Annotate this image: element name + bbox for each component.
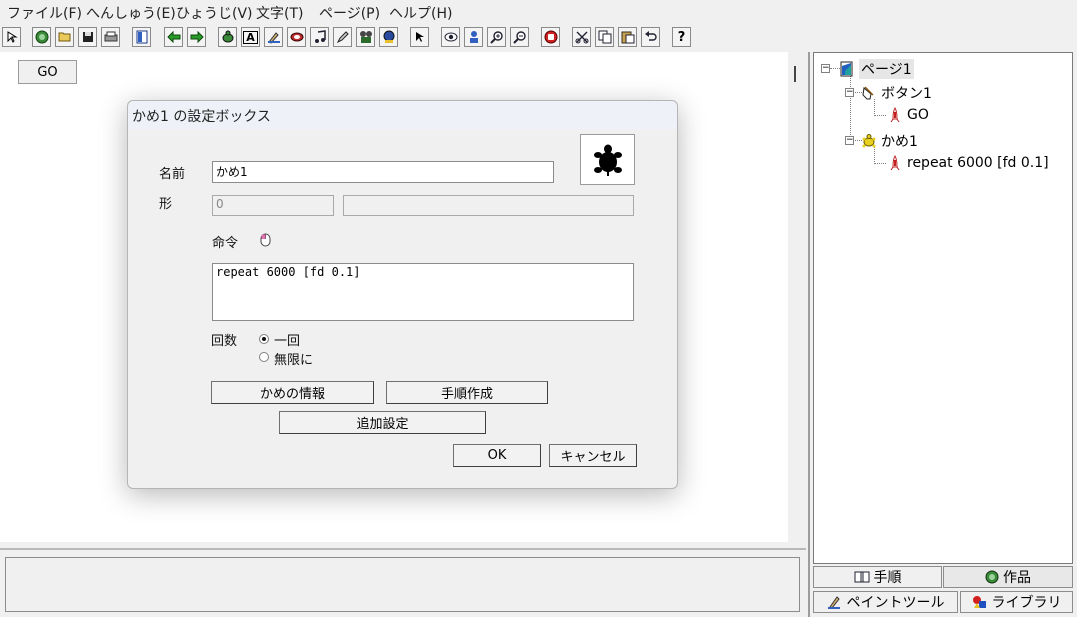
movie-icon[interactable] bbox=[356, 27, 375, 47]
name-label: 名前 bbox=[159, 167, 186, 182]
text-A-icon[interactable]: A bbox=[241, 27, 260, 47]
shape-number-input: 0 bbox=[212, 195, 334, 216]
command-label: 命令 bbox=[212, 236, 239, 251]
canvas-scroll-thumb[interactable] bbox=[794, 66, 796, 82]
canvas-scrollbar[interactable] bbox=[790, 52, 807, 542]
tree-node-turtle-command[interactable]: repeat 6000 [fd 0.1] bbox=[887, 155, 1049, 171]
stamp-icon[interactable] bbox=[287, 27, 306, 47]
cut-icon[interactable] bbox=[572, 27, 591, 47]
menubar: ファイル(F) へんしゅう(E) ひょうじ(V) 文字(T) ページ(P) ヘル… bbox=[0, 0, 1077, 24]
name-input[interactable]: かめ1 bbox=[212, 161, 554, 183]
back-arrow-icon[interactable] bbox=[164, 27, 183, 47]
help-icon[interactable]: ? bbox=[672, 27, 691, 47]
dialog-title: かめ1 の設定ボックス bbox=[132, 109, 271, 125]
rocket-icon bbox=[890, 107, 900, 123]
toolbar: A ? bbox=[0, 25, 1077, 51]
record-icon[interactable] bbox=[379, 27, 398, 47]
menu-page[interactable]: ページ(P) bbox=[319, 3, 380, 23]
tab-paint-tool[interactable]: ペイントツール bbox=[813, 591, 958, 613]
menu-text[interactable]: 文字(T) bbox=[256, 3, 303, 23]
menu-help[interactable]: ヘルプ(H) bbox=[389, 3, 452, 23]
collapse-button-toggle[interactable]: − bbox=[845, 88, 854, 97]
cursor-arrow-icon[interactable] bbox=[2, 27, 21, 47]
turtle-icon bbox=[593, 144, 622, 176]
command-textarea[interactable]: repeat 6000 [fd 0.1] bbox=[212, 263, 634, 321]
open-folder-icon[interactable] bbox=[55, 27, 74, 47]
tree-node-go[interactable]: GO bbox=[887, 107, 929, 123]
tree-node-button[interactable]: ボタン1 bbox=[861, 83, 932, 103]
tree-node-turtle[interactable]: かめ1 bbox=[861, 131, 918, 151]
collapse-turtle-toggle[interactable]: − bbox=[845, 136, 854, 145]
paste-icon[interactable] bbox=[618, 27, 637, 47]
pen-icon[interactable] bbox=[333, 27, 352, 47]
cancel-button[interactable]: キャンセル bbox=[549, 444, 637, 467]
panel-splitter[interactable] bbox=[808, 52, 810, 617]
menu-view[interactable]: ひょうじ(V) bbox=[176, 3, 253, 23]
mouse-icon bbox=[260, 233, 271, 247]
shape-name-input bbox=[343, 195, 634, 216]
status-separator bbox=[0, 548, 806, 550]
page-icon bbox=[840, 61, 853, 77]
turtle-info-button[interactable]: かめの情報 bbox=[211, 381, 374, 404]
globe-icon bbox=[985, 570, 999, 584]
radio-infinite-label[interactable]: 無限に bbox=[274, 349, 313, 368]
ok-button[interactable]: OK bbox=[453, 444, 541, 467]
music-note-icon[interactable] bbox=[310, 27, 329, 47]
shape-label: 形 bbox=[159, 197, 173, 212]
menu-edit[interactable]: へんしゅう(E) bbox=[86, 3, 176, 23]
radio-once[interactable] bbox=[259, 334, 269, 344]
message-panel bbox=[5, 557, 800, 612]
zoom-out-icon[interactable] bbox=[510, 27, 529, 47]
collapse-page-toggle[interactable]: − bbox=[821, 64, 830, 73]
pointer-icon[interactable] bbox=[410, 27, 429, 47]
turtle-settings-dialog: かめ1 の設定ボックス 名前 かめ1 形 0 命令 repeat 6000 [f… bbox=[127, 100, 678, 489]
additional-settings-button[interactable]: 追加設定 bbox=[279, 411, 486, 434]
book-icon bbox=[854, 571, 869, 583]
paint-icon[interactable] bbox=[264, 27, 283, 47]
brush-icon bbox=[827, 596, 840, 609]
tab-library[interactable]: ライブラリ bbox=[960, 591, 1073, 613]
dialog-titlebar[interactable]: かめ1 の設定ボックス bbox=[128, 101, 677, 129]
turtle-icon bbox=[862, 134, 876, 148]
new-page-icon[interactable] bbox=[32, 27, 51, 47]
radio-once-label[interactable]: 一回 bbox=[274, 330, 300, 349]
turtle-add-icon[interactable] bbox=[218, 27, 237, 47]
eye-icon[interactable] bbox=[441, 27, 460, 47]
object-tree: − ページ1 − ボタン1 GO − かめ1 repeat 6000 [fd 0… bbox=[813, 52, 1073, 564]
save-disk-icon[interactable] bbox=[78, 27, 97, 47]
undo-icon[interactable] bbox=[641, 27, 660, 47]
shapes-icon bbox=[972, 596, 986, 608]
person-icon[interactable] bbox=[464, 27, 483, 47]
copy-icon[interactable] bbox=[595, 27, 614, 47]
print-icon[interactable] bbox=[101, 27, 120, 47]
radio-infinite[interactable] bbox=[259, 352, 269, 362]
forward-arrow-icon[interactable] bbox=[187, 27, 206, 47]
stop-hand-icon[interactable] bbox=[541, 27, 560, 47]
tree-node-page[interactable]: ページ1 bbox=[839, 59, 914, 79]
turtle-preview[interactable] bbox=[580, 134, 635, 185]
tab-procedure[interactable]: 手順 bbox=[813, 566, 942, 588]
layout-icon[interactable] bbox=[132, 27, 151, 47]
go-button[interactable]: GO bbox=[18, 60, 77, 84]
zoom-in-icon[interactable] bbox=[487, 27, 506, 47]
count-label: 回数 bbox=[211, 334, 238, 349]
rocket-icon bbox=[890, 155, 900, 171]
tab-works[interactable]: 作品 bbox=[943, 566, 1073, 588]
menu-file[interactable]: ファイル(F) bbox=[7, 3, 82, 23]
hand-pointer-icon bbox=[862, 86, 874, 100]
make-procedure-button[interactable]: 手順作成 bbox=[386, 381, 548, 404]
